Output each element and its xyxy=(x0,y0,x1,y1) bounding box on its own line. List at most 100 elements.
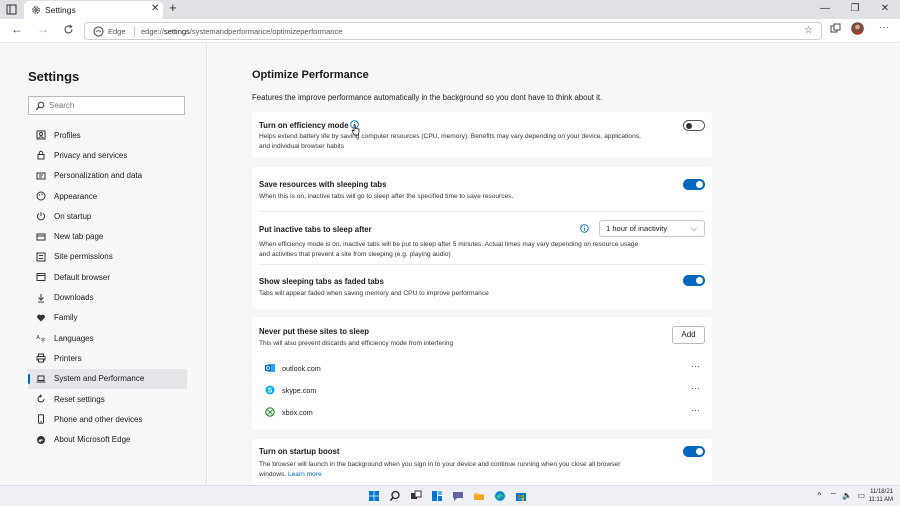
site-name: outlook.com xyxy=(282,363,321,373)
sidebar-item-printers[interactable]: Printers xyxy=(28,348,187,368)
never-sleep-description: This will also prevent discards and effi… xyxy=(259,340,454,347)
system-tray[interactable]: ^ ⌔ 🔈 ▭ xyxy=(817,491,865,501)
minimize-button[interactable]: — xyxy=(810,0,840,19)
sidebar-item-family[interactable]: Family xyxy=(28,308,187,328)
store-icon[interactable] xyxy=(515,490,527,502)
address-bar[interactable]: Edge edge://settings/systemandperformanc… xyxy=(84,22,822,40)
edge-icon[interactable] xyxy=(494,490,506,502)
laptop-icon xyxy=(36,375,46,383)
new-tab-button[interactable]: + xyxy=(169,0,177,15)
divider xyxy=(259,264,705,265)
sleeping-tabs-description: When this is on, inactive tabs will go t… xyxy=(259,193,514,200)
sidebar-title: Settings xyxy=(28,69,80,84)
clock[interactable]: 11/18/21 11:11 AM xyxy=(869,488,893,504)
collections-icon[interactable] xyxy=(830,23,841,34)
skype-icon: S xyxy=(265,385,275,395)
svg-text:S: S xyxy=(268,388,273,395)
sidebar-item-phone-and-other-devices[interactable]: Phone and other devices xyxy=(28,409,187,429)
sidebar-item-personalization-and-data[interactable]: Personalization and data xyxy=(28,166,187,186)
heart-icon xyxy=(37,314,45,322)
more-menu-icon[interactable]: ··· xyxy=(879,22,889,33)
search-input[interactable] xyxy=(49,99,179,112)
widgets-icon[interactable] xyxy=(431,490,443,502)
sidebar-item-label: Phone and other devices xyxy=(54,414,143,424)
lock-icon xyxy=(37,151,45,160)
date-text: 11/18/21 xyxy=(870,489,893,495)
sidebar-item-label: Languages xyxy=(54,333,94,343)
tab-actions-icon[interactable] xyxy=(6,4,17,15)
edge-label: Edge xyxy=(108,27,126,36)
maximize-button[interactable]: ❐ xyxy=(840,0,870,19)
sidebar-item-label: Reset settings xyxy=(54,394,105,404)
sidebar-item-privacy-and-services[interactable]: Privacy and services xyxy=(28,145,187,165)
sidebar-item-profiles[interactable]: Profiles xyxy=(28,125,187,145)
chevron-down-icon: ⌵ xyxy=(690,224,697,233)
list-item: outlook.com xyxy=(265,362,321,374)
sidebar-item-on-startup[interactable]: On startup xyxy=(28,206,187,226)
search-icon[interactable] xyxy=(389,490,401,502)
close-window-button[interactable]: ✕ xyxy=(870,0,900,19)
sidebar-item-label: New tab page xyxy=(54,232,104,242)
learn-more-link[interactable]: Learn more xyxy=(288,471,322,478)
faded-tabs-toggle[interactable] xyxy=(683,275,705,286)
search-box[interactable] xyxy=(28,96,185,115)
inactivity-value: 1 hour of inactivity xyxy=(606,224,668,233)
sidebar-item-appearance[interactable]: Appearance xyxy=(28,186,187,206)
faded-tabs-title: Show sleeping tabs as faded tabs xyxy=(259,277,384,286)
file-explorer-icon[interactable] xyxy=(473,490,485,502)
svg-text:字: 字 xyxy=(41,337,46,343)
back-button[interactable]: ← xyxy=(11,22,23,36)
info-icon[interactable] xyxy=(580,224,589,233)
inactivity-dropdown[interactable]: 1 hour of inactivity ⌵ xyxy=(599,220,705,237)
add-site-button[interactable]: Add xyxy=(672,326,705,344)
site-more-button[interactable]: ··· xyxy=(691,383,700,393)
sleeping-tabs-card: Save resources with sleeping tabs When t… xyxy=(252,167,712,309)
startup-boost-description: The browser will launch in the backgroun… xyxy=(259,461,621,478)
power-icon xyxy=(37,212,45,221)
sidebar-item-reset-settings[interactable]: Reset settings xyxy=(28,389,187,409)
tray-chevron-icon[interactable]: ^ xyxy=(817,491,821,500)
efficiency-toggle[interactable] xyxy=(683,120,705,131)
task-view-icon[interactable] xyxy=(410,490,422,502)
sidebar-item-label: About Microsoft Edge xyxy=(54,435,131,445)
sidebar-item-languages[interactable]: A 字 Languages xyxy=(28,328,187,348)
sidebar-item-system-and-performance[interactable]: System and Performance xyxy=(28,368,187,389)
forward-button[interactable]: → xyxy=(37,22,49,36)
sidebar-item-site-permissions[interactable]: Site permissions xyxy=(28,247,187,267)
permissions-icon xyxy=(36,252,46,262)
never-sleep-card: Never put these sites to sleep This will… xyxy=(252,317,712,430)
sidebar-item-new-tab-page[interactable]: New tab page xyxy=(28,226,187,246)
sleeping-tabs-toggle[interactable] xyxy=(683,179,705,190)
sidebar-item-label: System and Performance xyxy=(54,374,145,384)
startup-boost-toggle[interactable] xyxy=(683,446,705,457)
edge-logo-icon xyxy=(93,26,104,37)
avatar[interactable] xyxy=(851,22,864,35)
download-icon xyxy=(38,293,44,303)
favorite-star-icon[interactable]: ☆ xyxy=(804,25,813,36)
sleeping-tabs-title: Save resources with sleeping tabs xyxy=(259,180,387,189)
site-name: skype.com xyxy=(282,385,317,395)
start-icon[interactable] xyxy=(368,490,380,502)
inactive-tabs-description: When efficiency mode is on, inactive tab… xyxy=(259,241,639,258)
close-tab-icon[interactable]: ✕ xyxy=(151,3,159,14)
browser-icon xyxy=(36,273,46,282)
sidebar-item-default-browser[interactable]: Default browser xyxy=(28,267,187,287)
sidebar-item-label: Privacy and services xyxy=(54,150,128,160)
site-more-button[interactable]: ··· xyxy=(691,405,700,415)
sidebar-item-downloads[interactable]: Downloads xyxy=(28,287,187,307)
list-item: xbox.com xyxy=(265,406,313,418)
toolbar: ← → Edge edge://settings/systemandperfor… xyxy=(0,19,900,43)
site-more-button[interactable]: ··· xyxy=(691,361,700,371)
startup-boost-title: Turn on startup boost xyxy=(259,447,340,456)
sidebar-item-about-microsoft-edge[interactable]: About Microsoft Edge xyxy=(28,429,187,449)
startup-boost-card: Turn on startup boost The browser will l… xyxy=(252,439,712,485)
battery-icon: ▭ xyxy=(857,491,865,500)
time-text: 11:11 AM xyxy=(868,497,893,503)
address-separator xyxy=(134,26,135,37)
tab-title: Settings xyxy=(45,5,76,15)
refresh-icon[interactable] xyxy=(63,24,74,35)
sidebar-item-label: On startup xyxy=(54,211,92,221)
window-controls: — ❐ ✕ xyxy=(810,0,900,19)
chat-icon[interactable] xyxy=(452,490,464,502)
tab-settings[interactable]: Settings ✕ xyxy=(24,1,163,19)
